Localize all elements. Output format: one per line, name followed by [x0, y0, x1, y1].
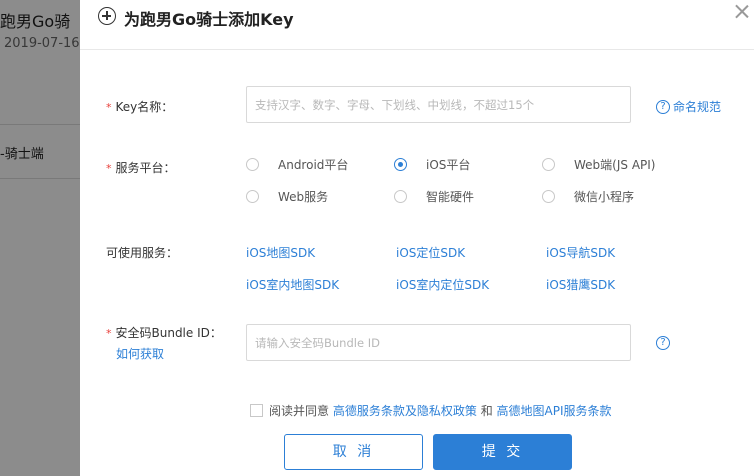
platform-option-label: Android平台 [278, 158, 349, 172]
dialog-title: 为跑男Go骑士添加Key [124, 10, 294, 29]
platform-option-web-service[interactable]: Web服务 [246, 188, 328, 205]
terms-privacy-link[interactable]: 高德服务条款及隐私权政策 [333, 402, 477, 419]
platform-option-ios[interactable]: iOS平台 [394, 156, 470, 173]
radio-button[interactable] [246, 158, 259, 171]
required-marker: * [106, 162, 112, 175]
platform-option-label: Web端(JS API) [574, 158, 656, 172]
question-circle-icon: ? [656, 336, 670, 350]
cancel-button[interactable]: 取 消 [284, 434, 423, 470]
radio-button[interactable] [542, 158, 555, 171]
agreement-row: 阅读并同意 高德服务条款及隐私权政策 和 高德地图API服务条款 [250, 402, 612, 419]
platform-option-wechat-miniprogram[interactable]: 微信小程序 [542, 188, 634, 205]
bundle-id-help[interactable]: ? [656, 336, 673, 350]
platform-label-text: 服务平台： [115, 161, 176, 175]
agreement-checkbox[interactable] [250, 404, 263, 417]
radio-button[interactable] [542, 190, 555, 203]
close-icon[interactable] [732, 2, 752, 22]
platform-option-smart-hardware[interactable]: 智能硬件 [394, 188, 474, 205]
radio-button[interactable] [394, 190, 407, 203]
plus-circle-icon [98, 7, 116, 25]
platform-label: * 服务平台： [106, 159, 176, 176]
bundle-id-label-text: 安全码Bundle ID： [115, 326, 222, 340]
service-link[interactable]: iOS室内地图SDK [246, 276, 339, 293]
key-name-label-text: Key名称： [115, 100, 174, 114]
service-link[interactable]: iOS猎鹰SDK [546, 276, 615, 293]
naming-rules-link[interactable]: ? 命名规范 [656, 98, 721, 115]
api-terms-link[interactable]: 高德地图API服务条款 [497, 402, 612, 419]
service-link[interactable]: iOS室内定位SDK [396, 276, 489, 293]
platform-option-label: iOS平台 [426, 158, 471, 172]
naming-rules-text: 命名规范 [673, 100, 722, 114]
question-circle-icon: ? [656, 99, 670, 114]
agreement-and: 和 [480, 404, 493, 418]
agreement-prefix: 阅读并同意 [269, 404, 330, 418]
key-name-input[interactable] [246, 86, 631, 123]
service-link[interactable]: iOS地图SDK [246, 244, 315, 261]
add-key-dialog: 为跑男Go骑士添加Key *Key名称： ?命名规范 *服务平台： Androi… [80, 0, 754, 476]
required-marker: * [106, 327, 112, 340]
service-link[interactable]: iOS导航SDK [546, 244, 615, 261]
submit-button[interactable]: 提 交 [433, 434, 572, 470]
how-to-get-link[interactable]: 如何获取 [116, 345, 164, 362]
platform-option-android[interactable]: Android平台 [246, 156, 348, 173]
services-label: 可使用服务： [106, 246, 179, 260]
platform-option-label: 智能硬件 [426, 190, 475, 204]
key-name-label: * Key名称： [106, 98, 173, 115]
dialog-header: 为跑男Go骑士添加Key [80, 0, 754, 50]
required-marker: * [106, 101, 112, 114]
bundle-id-input[interactable] [246, 324, 631, 361]
service-link[interactable]: iOS定位SDK [396, 244, 465, 261]
platform-option-web-js[interactable]: Web端(JS API) [542, 156, 655, 173]
platform-option-label: 微信小程序 [574, 190, 635, 204]
bundle-id-label: * 安全码Bundle ID： [106, 324, 222, 341]
radio-button-selected[interactable] [394, 158, 407, 171]
platform-option-label: Web服务 [278, 190, 329, 204]
radio-button[interactable] [246, 190, 259, 203]
